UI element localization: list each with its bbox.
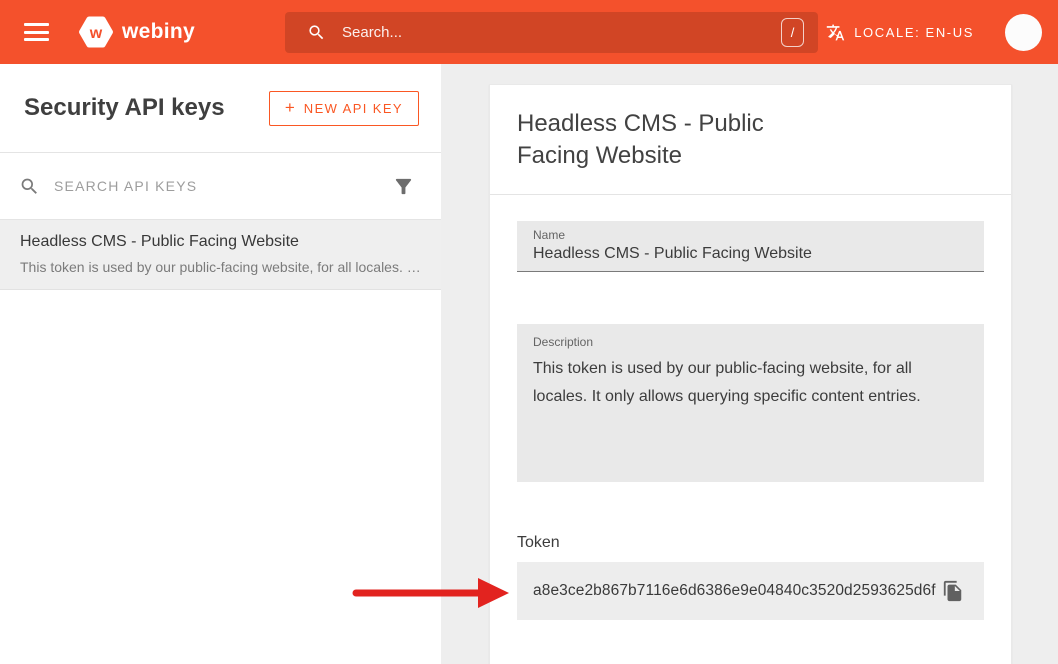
name-field[interactable]: Name [517,221,984,272]
webiny-logo[interactable]: w webiny [78,14,195,50]
card-body: Name Description This token is used by o… [490,195,1011,646]
svg-text:w: w [89,25,103,42]
description-field-label: Description [533,335,968,349]
global-search-input[interactable] [342,24,781,41]
translate-icon [826,23,845,42]
search-icon [19,176,40,197]
panel-header: Security API keys + NEW API KEY [0,64,441,152]
locale-switcher[interactable]: LOCALE: EN-US [826,23,974,42]
slash-shortcut-badge: / [781,18,804,47]
copy-icon [942,580,964,602]
name-field-label: Name [533,228,968,242]
topbar-right: LOCALE: EN-US [826,14,1058,51]
api-keys-search [0,153,441,219]
list-item[interactable]: Headless CMS - Public Facing Website Thi… [0,220,441,290]
card-title-line2: Facing Website [517,140,984,172]
token-box: a8e3ce2b867b7116e6d6386e9e04840c3520d259… [517,562,984,620]
detail-area: Headless CMS - Public Facing Website Nam… [441,64,1058,664]
description-field[interactable]: Description This token is used by our pu… [517,324,984,482]
card-header: Headless CMS - Public Facing Website [490,85,1011,194]
menu-icon[interactable] [24,19,49,46]
new-api-key-label: NEW API KEY [304,101,403,116]
plus-icon: + [285,101,295,115]
token-value: a8e3ce2b867b7116e6d6386e9e04840c3520d259… [533,582,936,600]
brand-wordmark: webiny [122,20,195,44]
copy-token-button[interactable] [936,574,970,608]
page-title: Security API keys [24,94,269,122]
avatar[interactable] [1005,14,1042,51]
global-search[interactable]: / [285,12,818,53]
api-keys-panel: Security API keys + NEW API KEY Headless… [0,64,441,664]
new-api-key-button[interactable]: + NEW API KEY [269,91,419,126]
logo-hexagon-icon: w [78,14,114,50]
filter-icon[interactable] [392,175,415,198]
description-textarea[interactable]: This token is used by our public-facing … [533,355,968,473]
list-item-title: Headless CMS - Public Facing Website [20,233,421,251]
name-input[interactable] [533,242,968,265]
api-key-card: Headless CMS - Public Facing Website Nam… [489,84,1012,664]
card-title-line1: Headless CMS - Public [517,108,984,140]
search-icon [307,23,326,42]
token-label: Token [517,534,984,552]
search-api-keys-input[interactable] [54,178,378,194]
api-key-list: Headless CMS - Public Facing Website Thi… [0,220,441,290]
locale-label: LOCALE: EN-US [854,25,974,40]
content: Security API keys + NEW API KEY Headless… [0,64,1058,664]
list-item-description: This token is used by our public-facing … [20,259,421,275]
card-title: Headless CMS - Public Facing Website [517,108,984,172]
topbar: w webiny / LOCALE: EN-US [0,0,1058,64]
